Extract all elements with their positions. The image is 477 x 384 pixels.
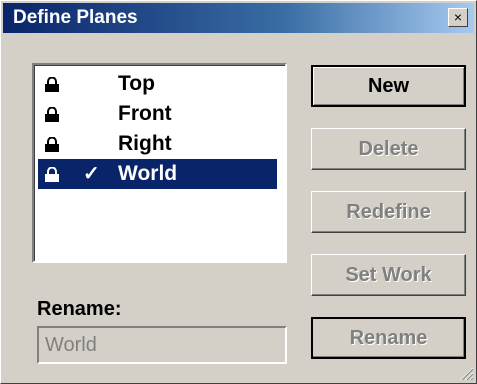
delete-button[interactable]: Delete <box>311 128 466 170</box>
redefine-button[interactable]: Redefine <box>311 191 466 233</box>
title-bar[interactable]: Define Planes × <box>3 3 474 33</box>
check-icon: ✓ <box>83 163 100 185</box>
close-icon[interactable]: × <box>448 8 468 27</box>
lock-icon <box>45 107 59 122</box>
plane-name: Right <box>118 132 172 155</box>
list-item[interactable]: Front <box>38 99 277 129</box>
resize-grip-icon[interactable] <box>458 365 474 381</box>
define-planes-dialog: Define Planes × Top Front Right ✓ World … <box>0 0 477 384</box>
list-item[interactable]: Top <box>38 69 277 99</box>
plane-name: Front <box>118 102 172 125</box>
plane-name: Top <box>118 72 155 95</box>
rename-button[interactable]: Rename <box>311 317 466 359</box>
lock-icon <box>45 167 59 182</box>
list-item[interactable]: Right <box>38 129 277 159</box>
lock-icon <box>45 77 59 92</box>
list-item-selected[interactable]: ✓ World <box>38 159 277 189</box>
plane-name: World <box>118 162 178 185</box>
window-title: Define Planes <box>13 7 138 28</box>
rename-label: Rename: <box>37 298 122 320</box>
rename-input[interactable]: World <box>37 326 287 364</box>
planes-listbox[interactable]: Top Front Right ✓ World <box>32 63 287 263</box>
lock-icon <box>45 137 59 152</box>
set-work-button[interactable]: Set Work <box>311 254 466 296</box>
new-button[interactable]: New <box>311 65 466 107</box>
